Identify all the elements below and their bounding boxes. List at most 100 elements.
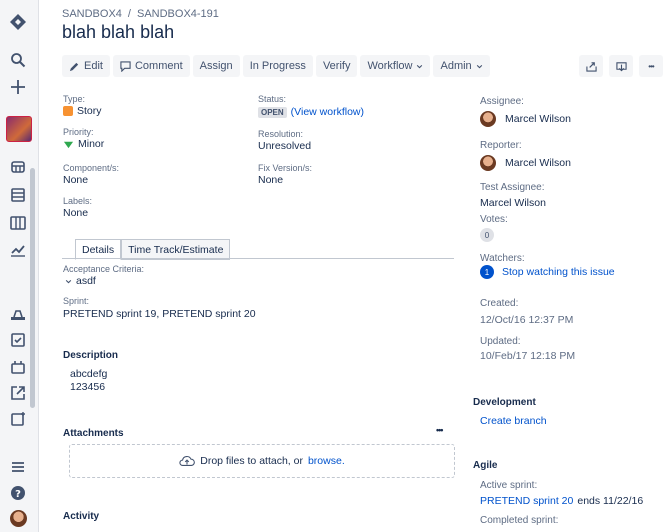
priority-value[interactable]: Minor — [63, 138, 104, 150]
assignee-label: Assignee: — [480, 96, 524, 107]
chevron-down-icon — [476, 64, 482, 68]
active-sprint-ends: ends 11/22/16 — [577, 495, 644, 507]
breadcrumb: SANDBOX4/SANDBOX4-191 — [62, 8, 219, 20]
votes-value[interactable]: 0 — [480, 228, 494, 242]
issue-toolbar: Edit Comment Assign In Progress Verify W… — [62, 55, 490, 77]
detail-tabs: Details Time Track/Estimate — [75, 239, 231, 260]
votes-label: Votes: — [480, 214, 508, 225]
priority-label: Priority: — [63, 127, 94, 137]
type-value[interactable]: Story — [63, 105, 102, 117]
tab-divider — [62, 258, 454, 259]
components-value[interactable]: None — [63, 174, 88, 186]
active-sprint-value: PRETEND sprint 20 ends 11/22/16 — [480, 495, 643, 507]
assign-button[interactable]: Assign — [192, 55, 240, 77]
issue-title[interactable]: blah blah blah — [62, 22, 174, 43]
labels-value[interactable]: None — [63, 207, 88, 219]
votes-badge: 0 — [480, 228, 494, 242]
share-icon — [585, 61, 597, 72]
svg-text:?: ? — [15, 489, 21, 500]
external-link-icon[interactable] — [9, 384, 27, 402]
view-workflow-link[interactable]: (View workflow) — [291, 106, 364, 118]
chevron-down-icon — [417, 64, 423, 68]
tab-details[interactable]: Details — [75, 239, 122, 260]
in-progress-button[interactable]: In Progress — [242, 55, 313, 77]
dropzone-text: Drop files to attach, or — [200, 455, 303, 467]
updated-value: 10/Feb/17 12:18 PM — [480, 350, 576, 362]
jira-logo-icon[interactable] — [9, 13, 27, 31]
components-icon[interactable] — [9, 358, 27, 376]
edit-button[interactable]: Edit — [62, 55, 110, 77]
share-button[interactable] — [579, 55, 603, 77]
admin-label: Admin — [440, 60, 472, 72]
active-sprint-label: Active sprint: — [480, 480, 538, 491]
fix-versions-value[interactable]: None — [258, 174, 283, 186]
priority-text: Minor — [78, 138, 105, 150]
reporter-name: Marcel Wilson — [505, 157, 571, 169]
active-sprint-link[interactable]: PRETEND sprint 20 — [480, 495, 573, 507]
watchers-value: 1 Stop watching this issue — [480, 265, 615, 279]
help-icon[interactable]: ? — [9, 484, 27, 502]
assignee-name: Marcel Wilson — [505, 113, 571, 125]
more-actions-button[interactable]: ••• — [639, 55, 663, 77]
admin-dropdown[interactable]: Admin — [433, 55, 490, 77]
verify-button[interactable]: Verify — [315, 55, 358, 77]
attachments-more-button[interactable]: ••• — [436, 425, 444, 435]
search-icon[interactable] — [9, 51, 27, 69]
comment-icon — [120, 60, 131, 72]
sprint-label: Sprint: — [63, 296, 90, 306]
backlog-icon[interactable] — [9, 158, 27, 176]
releases-icon[interactable] — [9, 305, 27, 323]
description-line-2[interactable]: 123456 — [70, 381, 105, 393]
activity-heading: Activity — [63, 511, 100, 522]
create-plus-icon[interactable] — [9, 78, 27, 96]
reporter-value[interactable]: Marcel Wilson — [480, 155, 571, 171]
test-assignee-label: Test Assignee: — [480, 182, 545, 193]
breadcrumb-project[interactable]: SANDBOX4 — [62, 8, 122, 20]
reports-icon[interactable] — [9, 241, 27, 259]
components-label: Component/s: — [63, 163, 120, 173]
comment-button[interactable]: Comment — [112, 55, 190, 77]
updated-label: Updated: — [480, 336, 521, 347]
user-avatar-icon[interactable] — [9, 509, 27, 527]
board-list-icon[interactable] — [9, 186, 27, 204]
acceptance-criteria-label: Acceptance Criteria: — [63, 264, 145, 274]
cloud-upload-icon — [179, 456, 196, 466]
description-line-1[interactable]: abcdefg — [70, 368, 107, 380]
comment-label: Comment — [134, 60, 183, 72]
reporter-label: Reporter: — [480, 140, 522, 151]
assignee-value[interactable]: Marcel Wilson — [480, 111, 571, 127]
export-button[interactable] — [609, 55, 633, 77]
attachment-dropzone[interactable]: Drop files to attach, or browse. — [69, 444, 455, 478]
edit-label: Edit — [84, 60, 103, 72]
test-assignee-value[interactable]: Marcel Wilson — [480, 197, 546, 209]
type-text: Story — [77, 105, 102, 117]
sprint-value[interactable]: PRETEND sprint 19, PRETEND sprint 20 — [63, 308, 256, 320]
board-columns-icon[interactable] — [9, 214, 27, 232]
create-branch-link[interactable]: Create branch — [480, 415, 547, 427]
pencil-icon — [69, 62, 79, 71]
tab-time-track[interactable]: Time Track/Estimate — [121, 239, 231, 260]
workflow-dropdown[interactable]: Workflow — [360, 55, 431, 77]
description-heading: Description — [63, 350, 119, 361]
browse-link[interactable]: browse. — [308, 455, 345, 467]
status-label: Status: — [258, 94, 287, 104]
completed-sprint-label: Completed sprint: — [480, 515, 559, 526]
sidebar-scrollbar[interactable] — [29, 160, 36, 450]
development-heading: Development — [473, 397, 536, 408]
issues-icon[interactable] — [9, 331, 27, 349]
project-avatar[interactable] — [6, 116, 32, 142]
add-item-icon[interactable] — [9, 410, 27, 428]
menu-icon[interactable] — [9, 458, 27, 476]
issue-actions: ••• — [579, 55, 663, 77]
status-value: OPEN (View workflow) — [258, 106, 364, 118]
global-sidebar: ? — [0, 0, 39, 532]
agile-heading: Agile — [473, 460, 498, 471]
stop-watching-link[interactable]: Stop watching this issue — [502, 266, 615, 278]
priority-minor-icon — [63, 141, 74, 148]
workflow-label: Workflow — [367, 60, 413, 72]
watchers-badge[interactable]: 1 — [480, 265, 494, 279]
acceptance-criteria-value[interactable]: asdf — [65, 275, 96, 287]
breadcrumb-issue-key[interactable]: SANDBOX4-191 — [137, 8, 219, 20]
chevron-down-icon[interactable] — [65, 278, 72, 285]
status-lozenge[interactable]: OPEN — [258, 106, 287, 118]
